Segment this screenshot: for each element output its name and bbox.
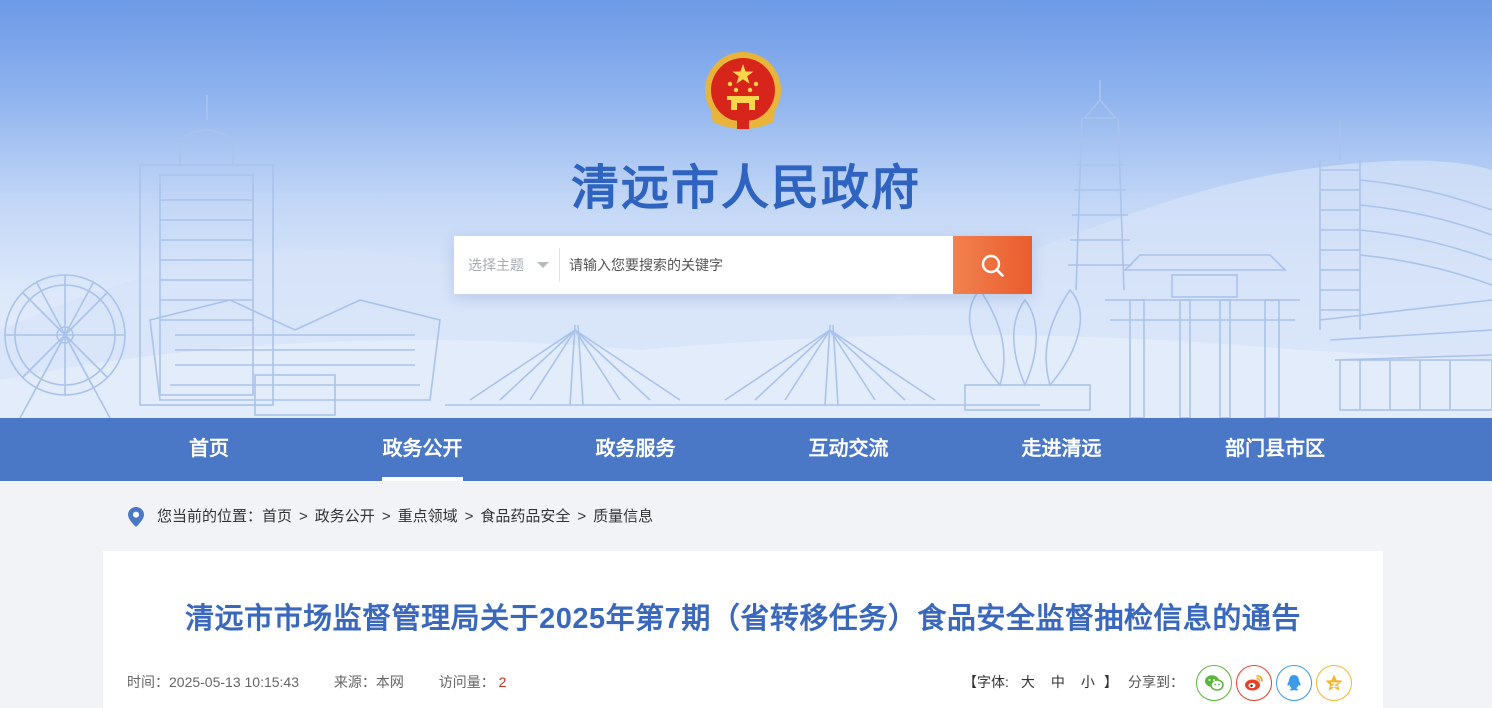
views-label: 访问量： (438, 674, 495, 690)
breadcrumb-separator: > (464, 508, 474, 525)
breadcrumb-prefix: 您当前的位置： (157, 508, 263, 525)
share-qq-button[interactable] (1276, 665, 1312, 701)
site-title: 清远市人民政府 (570, 162, 921, 215)
views-count: 2 (498, 674, 507, 690)
nav-item-home[interactable]: 首页 (189, 418, 229, 481)
source: 来源：本网 (334, 674, 404, 690)
weibo-icon (1245, 675, 1263, 691)
article-card: 清远市市场监督管理局关于2025年第7期（省转移任务）食品安全监督抽检信息的通告… (103, 551, 1383, 708)
article-title: 清远市市场监督管理局关于2025年第7期（省转移任务）食品安全监督抽检信息的通告 (185, 603, 1301, 635)
nav-item-government-services[interactable]: 政务服务 (595, 418, 676, 481)
breadcrumb-item-key-areas[interactable]: 重点领域 (398, 508, 458, 525)
caret-down-icon (537, 262, 549, 268)
breadcrumb-item-home[interactable]: 首页 (262, 508, 292, 525)
publish-time-value: 2025-05-13 10:15:43 (169, 674, 299, 690)
nav-item-interaction[interactable]: 互动交流 (808, 418, 889, 481)
publish-time: 时间：2025-05-13 10:15:43 (127, 674, 299, 690)
search-box: 选择主题 (454, 236, 1032, 294)
source-value: 本网 (375, 674, 404, 690)
font-size-tools: 【字体: 大中小】 (963, 672, 1118, 692)
font-size-medium-button[interactable]: 中 (1051, 674, 1065, 690)
qq-icon (1287, 675, 1301, 691)
topic-select[interactable]: 选择主题 (454, 236, 559, 294)
share-qzone-button[interactable] (1316, 665, 1352, 701)
wechat-icon (1205, 675, 1224, 691)
font-size-label: 【字体: (963, 674, 1009, 690)
nav-item-government-affairs-open[interactable]: 政务公开 (382, 418, 463, 481)
share-weibo-button[interactable] (1236, 665, 1272, 701)
breadcrumb-separator: > (577, 508, 587, 525)
search-button[interactable] (953, 236, 1032, 294)
font-size-close-bracket: 】 (1103, 674, 1118, 690)
national-emblem-icon (705, 52, 781, 129)
share-wechat-button[interactable] (1196, 665, 1232, 701)
font-size-small-button[interactable]: 小 (1081, 674, 1095, 690)
publish-time-label: 时间： (127, 674, 169, 690)
breadcrumb-item-quality-info[interactable]: 质量信息 (593, 508, 653, 525)
nav-item-departments[interactable]: 部门县市区 (1224, 418, 1326, 481)
breadcrumb-item-government-affairs-open[interactable]: 政务公开 (315, 508, 375, 525)
topic-select-label: 选择主题 (468, 257, 524, 273)
main-nav: 首页 政务公开 政务服务 互动交流 走进清远 部门县市区 (0, 418, 1492, 481)
location-pin-icon (128, 507, 144, 527)
qzone-icon (1325, 674, 1343, 691)
nav-item-about-qingyuan[interactable]: 走进清远 (1021, 418, 1102, 481)
article-meta: 时间：2025-05-13 10:15:43 来源：本网 访问量： 2 (127, 672, 537, 692)
breadcrumb-separator: > (381, 508, 391, 525)
breadcrumb-item-food-drug-safety[interactable]: 食品药品安全 (480, 508, 570, 525)
search-input[interactable] (560, 236, 952, 294)
search-icon (981, 254, 1004, 277)
source-label: 来源： (333, 674, 376, 690)
breadcrumb-separator: > (299, 508, 308, 525)
header-banner: 清远市人民政府 选择主题 (0, 0, 1492, 418)
font-size-large-button[interactable]: 大 (1021, 674, 1035, 690)
share-label: 分享到： (1128, 674, 1184, 690)
views: 访问量： 2 (439, 674, 507, 690)
